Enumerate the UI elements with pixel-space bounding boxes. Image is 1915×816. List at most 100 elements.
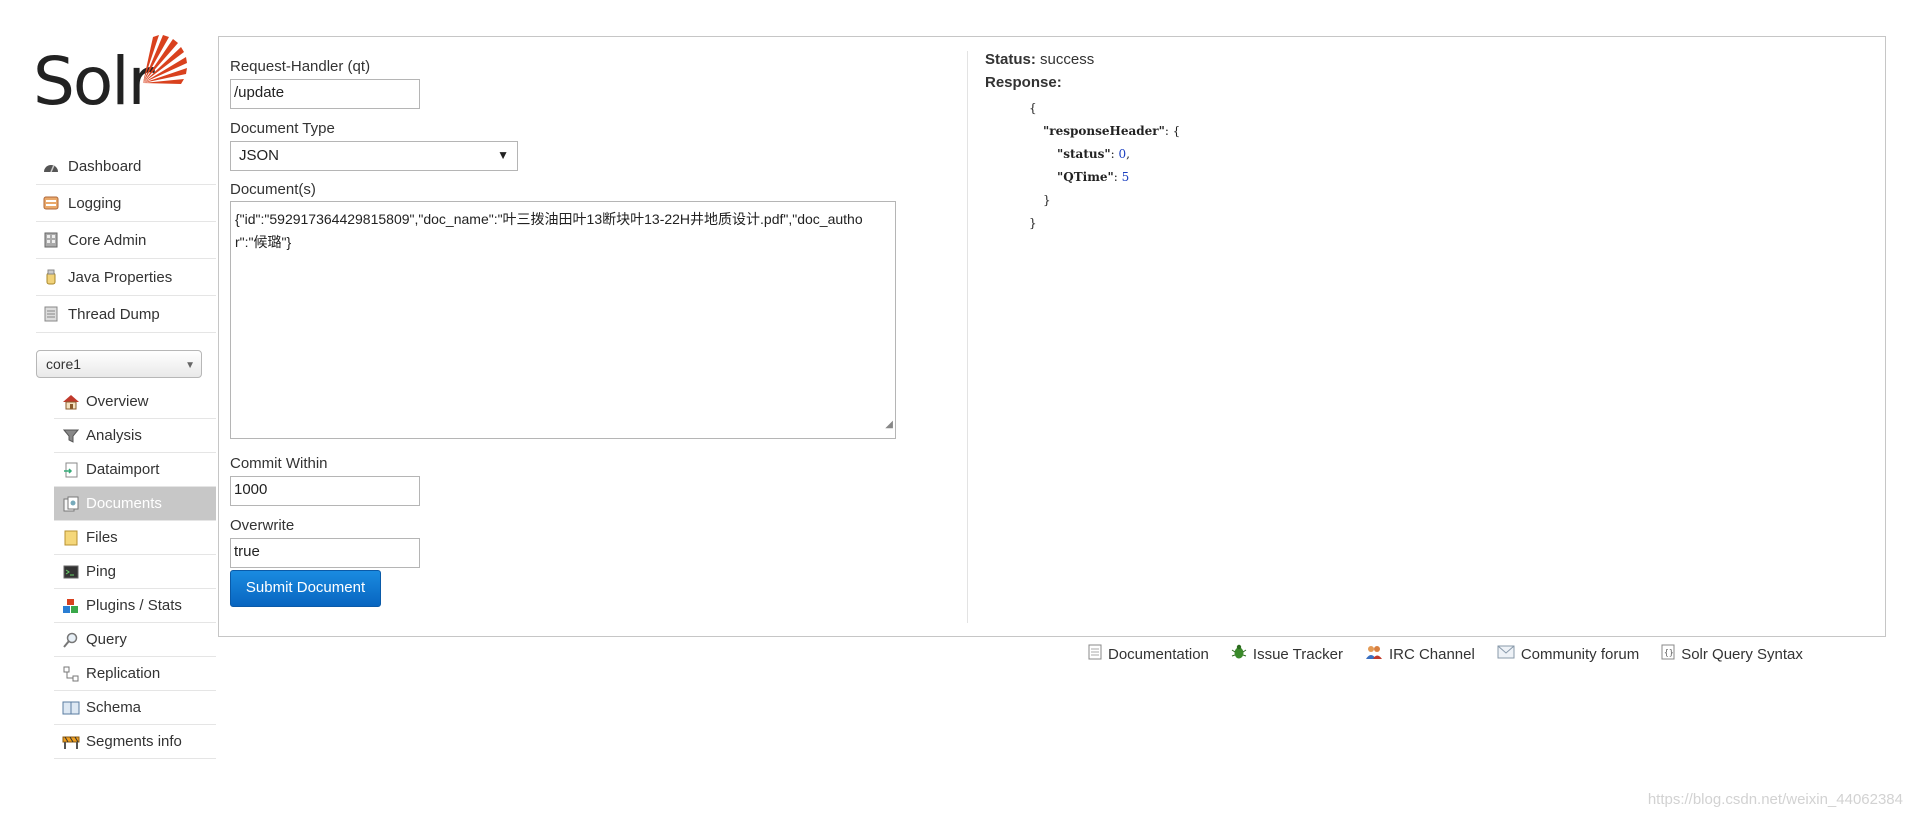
core-nav-label: Replication — [86, 665, 161, 682]
core-nav-item-ping[interactable]: Ping — [54, 555, 216, 589]
core-nav-item-segments[interactable]: Segments info — [54, 725, 216, 759]
documents-panel: Request-Handler (qt) /update Document Ty… — [218, 36, 1886, 637]
solr-logo[interactable]: Solr — [33, 33, 193, 118]
footer-link-label: Documentation — [1108, 645, 1209, 663]
core-nav-label: Files — [86, 529, 118, 546]
documents-textarea[interactable]: {"id":"592917364429815809","doc_name":"叶… — [230, 201, 896, 439]
nav-label: Thread Dump — [68, 305, 160, 323]
terminal-icon — [62, 563, 80, 581]
core-selector-value: core1 — [46, 356, 82, 372]
documents-text: {"id":"592917364429815809","doc_name":"叶… — [235, 211, 863, 250]
json-key-qtime: "QTime" — [1057, 170, 1114, 184]
sun-icon — [143, 35, 187, 84]
footer-link-label: IRC Channel — [1388, 645, 1475, 663]
core-nav-item-plugins[interactable]: Plugins / Stats — [54, 589, 216, 623]
panel-divider — [967, 51, 968, 623]
submit-document-button[interactable]: Submit Document — [230, 570, 381, 607]
people-icon — [1365, 644, 1383, 664]
documents-icon — [62, 495, 80, 513]
core-selector[interactable]: core1 ▼ — [36, 350, 202, 378]
dashboard-icon — [42, 157, 60, 175]
status-value: success — [1040, 51, 1095, 68]
core-nav-item-analysis[interactable]: Analysis — [54, 419, 216, 453]
json-open-brace: { — [1029, 101, 1037, 115]
book-icon — [62, 699, 80, 717]
nav-item-java-properties[interactable]: Java Properties — [36, 259, 216, 296]
documents-label: Document(s) — [230, 181, 316, 198]
nav-item-logging[interactable]: Logging — [36, 185, 216, 222]
core-nav-label: Ping — [86, 563, 117, 580]
core-nav-item-replication[interactable]: Replication — [54, 657, 216, 691]
json-close-brace: } — [1029, 216, 1037, 230]
core-nav-item-schema[interactable]: Schema — [54, 691, 216, 725]
core-nav-label: Dataimport — [86, 461, 160, 478]
magnifier-icon — [62, 631, 80, 649]
overwrite-label: Overwrite — [230, 517, 295, 534]
thread-dump-icon — [42, 305, 60, 323]
footer-link-label: Issue Tracker — [1252, 645, 1343, 663]
dataimport-icon — [62, 461, 80, 479]
core-admin-icon — [42, 231, 60, 249]
watermark-text: https://blog.csdn.net/weixin_44062384 — [1647, 791, 1903, 808]
core-nav-label: Query — [86, 631, 127, 648]
resize-grip-icon[interactable]: ◢ — [885, 413, 893, 436]
syntax-icon: {} — [1661, 644, 1675, 664]
overwrite-input[interactable]: true — [230, 538, 420, 568]
core-nav-label: Overview — [86, 393, 149, 410]
footer-link-irc-channel[interactable]: IRC Channel — [1365, 644, 1475, 664]
core-nav-label: Plugins / Stats — [86, 597, 182, 614]
core-nav: Overview Analysis Dataimport Documents F… — [54, 385, 216, 759]
status-label: Status: — [985, 51, 1036, 68]
java-properties-icon — [42, 268, 60, 286]
core-nav-item-files[interactable]: Files — [54, 521, 216, 555]
svg-text:{}: {} — [1664, 648, 1674, 657]
document-icon — [1088, 644, 1102, 664]
footer-link-issue-tracker[interactable]: Issue Tracker — [1231, 644, 1343, 664]
core-nav-label: Schema — [86, 699, 142, 716]
logging-icon — [42, 194, 60, 212]
footer-link-solr-query-syntax[interactable]: {} Solr Query Syntax — [1661, 644, 1803, 664]
footer-link-documentation[interactable]: Documentation — [1088, 644, 1209, 664]
nav-item-core-admin[interactable]: Core Admin — [36, 222, 216, 259]
bug-icon — [1231, 644, 1247, 664]
response-label: Response: — [985, 74, 1062, 91]
core-nav-item-overview[interactable]: Overview — [54, 385, 216, 419]
core-nav-item-documents[interactable]: Documents — [54, 487, 216, 521]
funnel-icon — [62, 427, 80, 445]
commit-within-input[interactable]: 1000 — [230, 476, 420, 506]
json-value-qtime: 5 — [1121, 170, 1130, 184]
json-key-status: "status" — [1057, 147, 1111, 161]
replication-icon — [62, 665, 80, 683]
folder-icon — [62, 529, 80, 547]
document-type-value: JSON — [239, 147, 280, 164]
nav-label: Core Admin — [68, 231, 147, 249]
chevron-down-icon: ▼ — [185, 360, 195, 371]
json-inner-close: } — [1043, 193, 1051, 207]
house-icon — [62, 393, 80, 411]
result-panel: Status: success Response: — [985, 51, 1094, 97]
nav-item-thread-dump[interactable]: Thread Dump — [36, 296, 216, 333]
footer-link-community-forum[interactable]: Community forum — [1497, 644, 1639, 664]
json-open-object: : { — [1164, 124, 1181, 138]
commit-within-label: Commit Within — [230, 455, 328, 472]
nav-item-dashboard[interactable]: Dashboard — [36, 148, 216, 185]
footer-link-label: Solr Query Syntax — [1681, 645, 1803, 663]
document-type-select[interactable]: JSON ▼ — [230, 141, 518, 171]
main-nav: Dashboard Logging Core Admin Java Proper… — [36, 148, 216, 333]
chevron-down-icon: ▼ — [497, 148, 509, 162]
request-handler-label: Request-Handler (qt) — [230, 58, 371, 75]
request-handler-input[interactable]: /update — [230, 79, 420, 109]
core-nav-item-query[interactable]: Query — [54, 623, 216, 657]
response-json: { "responseHeader": { "status": 0, "QTim… — [1001, 97, 1180, 235]
barrier-icon — [62, 733, 80, 751]
core-nav-item-dataimport[interactable]: Dataimport — [54, 453, 216, 487]
json-value-status: 0 — [1118, 147, 1127, 161]
nav-label: Java Properties — [68, 268, 173, 286]
core-nav-label: Analysis — [86, 427, 142, 444]
blocks-icon — [62, 597, 80, 615]
nav-label: Logging — [68, 194, 122, 212]
mail-icon — [1497, 645, 1515, 663]
core-nav-label: Documents — [86, 495, 162, 512]
json-key-responseheader: "responseHeader" — [1043, 124, 1165, 138]
nav-label: Dashboard — [68, 157, 142, 175]
